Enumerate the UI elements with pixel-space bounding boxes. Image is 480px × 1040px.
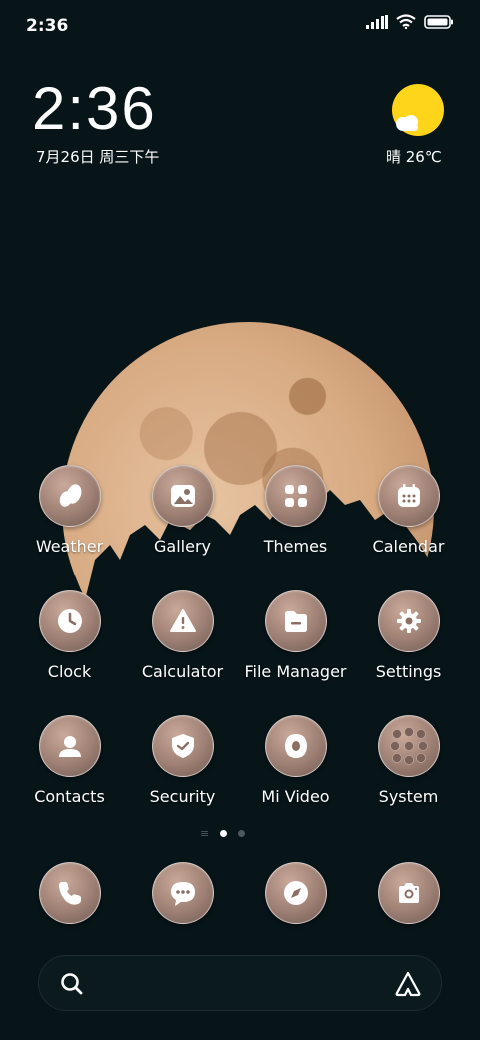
search-bar[interactable] xyxy=(38,955,442,1011)
search-icon[interactable] xyxy=(59,971,85,1001)
themes-icon[interactable] xyxy=(264,465,327,527)
app-weather[interactable]: Weather xyxy=(13,465,126,575)
app-mi-video[interactable]: Mi Video xyxy=(239,715,352,825)
app-contacts[interactable]: Contacts xyxy=(13,715,126,825)
app-label: Security xyxy=(149,787,216,806)
app-label: Contacts xyxy=(34,787,105,806)
app-label: Gallery xyxy=(154,537,211,556)
weather-text[interactable]: 晴 26℃ xyxy=(386,146,442,167)
camera-icon[interactable] xyxy=(378,862,440,924)
signal-icon xyxy=(366,14,388,29)
app-system-folder[interactable]: System xyxy=(352,715,465,825)
app-label: Settings xyxy=(375,662,442,681)
mi-video-icon[interactable] xyxy=(264,715,327,777)
app-security[interactable]: Security xyxy=(126,715,239,825)
cloud-icon xyxy=(396,115,418,131)
file-manager-icon[interactable] xyxy=(264,590,327,652)
settings-icon[interactable] xyxy=(377,590,440,652)
app-clock[interactable]: Clock xyxy=(13,590,126,700)
status-time: 2:36 xyxy=(26,16,69,36)
calendar-icon[interactable] xyxy=(377,465,440,527)
menu-lines-icon: ≡ xyxy=(200,827,210,840)
weather-icon[interactable] xyxy=(38,465,101,527)
security-icon[interactable] xyxy=(151,715,214,777)
messages-icon[interactable] xyxy=(152,862,214,924)
wifi-icon xyxy=(396,14,416,29)
app-label: Calculator xyxy=(141,662,224,681)
system-folder-icon[interactable] xyxy=(377,715,440,777)
page-dot-active[interactable] xyxy=(220,830,228,837)
app-calculator[interactable]: Calculator xyxy=(126,590,239,700)
phone-icon[interactable] xyxy=(39,862,101,924)
app-themes[interactable]: Themes xyxy=(239,465,352,575)
contacts-icon[interactable] xyxy=(38,715,101,777)
calculator-icon[interactable] xyxy=(151,590,214,652)
status-bar: 2:36 xyxy=(0,0,480,50)
page-indicator[interactable]: ≡ xyxy=(200,827,246,840)
app-label: Calendar xyxy=(372,537,445,556)
browser-compass-icon[interactable] xyxy=(265,862,327,924)
clock-widget-date[interactable]: 7月26日 周三下午 xyxy=(36,146,159,167)
app-label: System xyxy=(378,787,439,806)
app-label: Weather xyxy=(35,537,104,556)
app-label: Themes xyxy=(263,537,328,556)
app-settings[interactable]: Settings xyxy=(352,590,465,700)
app-gallery[interactable]: Gallery xyxy=(126,465,239,575)
page-dot[interactable] xyxy=(238,830,246,837)
app-label: Clock xyxy=(47,662,92,681)
battery-icon xyxy=(424,14,453,29)
assistant-icon[interactable] xyxy=(393,969,423,1003)
app-label: File Manager xyxy=(244,662,347,681)
clock-icon[interactable] xyxy=(38,590,101,652)
gallery-icon[interactable] xyxy=(151,465,214,527)
app-label: Mi Video xyxy=(261,787,330,806)
clock-widget-time[interactable]: 2:36 xyxy=(32,74,157,144)
app-calendar[interactable]: Calendar xyxy=(352,465,465,575)
app-file-manager[interactable]: File Manager xyxy=(239,590,352,700)
